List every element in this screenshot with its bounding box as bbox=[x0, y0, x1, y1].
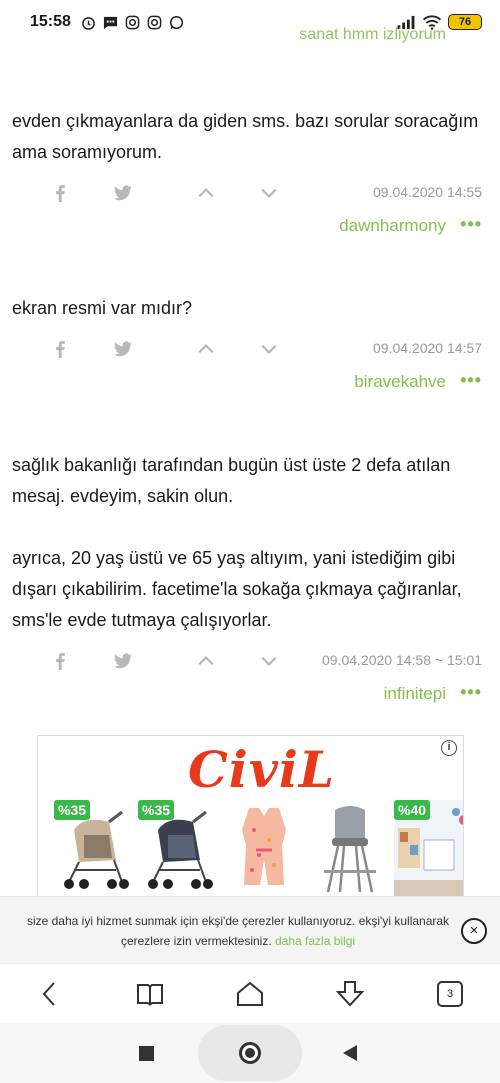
ad-product-stroller[interactable]: %35 bbox=[138, 800, 218, 899]
twitter-share-icon[interactable] bbox=[112, 182, 134, 204]
discount-badge: %35 bbox=[138, 800, 175, 820]
more-options-icon[interactable]: ••• bbox=[460, 215, 482, 233]
home-icon bbox=[237, 981, 263, 1006]
ad-banner[interactable]: CiviL i %35 %35 %40 bbox=[37, 735, 464, 900]
more-options-icon[interactable]: ••• bbox=[460, 683, 482, 701]
system-navigation-bar bbox=[0, 1023, 500, 1083]
upvote-icon[interactable] bbox=[195, 338, 217, 360]
discount-badge: %40 bbox=[394, 800, 431, 820]
cookie-more-info-link[interactable]: daha fazla bilgi bbox=[275, 934, 355, 948]
cookie-notice: size daha iyi hizmet sunmak için ekşi'de… bbox=[0, 896, 500, 963]
previous-entry-author[interactable]: sanat hmm izliyorum bbox=[299, 26, 446, 44]
cookie-notice-text: size daha iyi hizmet sunmak için ekşi'de… bbox=[18, 911, 458, 951]
jumpsuit-image bbox=[242, 808, 286, 885]
twitter-share-icon[interactable] bbox=[112, 650, 134, 672]
entry-date[interactable]: 09.04.2020 14:58 ~ 15:01 bbox=[322, 652, 482, 668]
upvote-icon[interactable] bbox=[195, 182, 217, 204]
entry-author[interactable]: dawnharmony bbox=[339, 216, 446, 236]
downvote-icon[interactable] bbox=[258, 650, 280, 672]
entry-author[interactable]: biravekahve bbox=[354, 372, 446, 392]
ad-info-icon[interactable]: i bbox=[441, 740, 457, 756]
entry: evden çıkmayanlara da giden sms. bazı so… bbox=[12, 106, 488, 244]
entry-author[interactable]: infinitepi bbox=[384, 684, 446, 704]
instagram-icon bbox=[147, 15, 162, 30]
ad-brand-logo[interactable]: CiviL bbox=[188, 740, 335, 799]
recents-button[interactable] bbox=[139, 1046, 154, 1061]
entry-date[interactable]: 09.04.2020 14:55 bbox=[373, 184, 482, 200]
upvote-icon[interactable] bbox=[195, 650, 217, 672]
bookmarks-button[interactable] bbox=[134, 978, 166, 1010]
entry: ekran resmi var mıdır? 09.04.2020 14:57 … bbox=[12, 293, 488, 400]
author-row: dawnharmony ••• bbox=[12, 212, 488, 244]
close-icon[interactable]: × bbox=[461, 918, 487, 944]
download-arrow-icon bbox=[335, 981, 365, 1007]
highchair-image bbox=[324, 806, 376, 893]
alarm-icon bbox=[81, 15, 96, 30]
whatsapp-icon bbox=[169, 15, 184, 30]
message-icon bbox=[103, 15, 118, 30]
entry-footer: 09.04.2020 14:58 ~ 15:01 bbox=[12, 644, 488, 680]
more-options-icon[interactable]: ••• bbox=[460, 371, 482, 389]
entry-footer: 09.04.2020 14:57 bbox=[12, 332, 488, 368]
downvote-icon[interactable] bbox=[258, 182, 280, 204]
ad-product-playroom[interactable]: %40 bbox=[394, 800, 463, 899]
ad-product-highchair[interactable] bbox=[310, 800, 390, 899]
back-button[interactable] bbox=[34, 978, 66, 1010]
entry-paragraph: sağlık bakanlığı tarafından bugün üst üs… bbox=[12, 455, 451, 506]
tab-count: 3 bbox=[437, 981, 463, 1007]
ad-product-jumpsuit[interactable] bbox=[224, 800, 304, 899]
entry-text: evden çıkmayanlara da giden sms. bazı so… bbox=[12, 106, 488, 168]
discount-badge: %35 bbox=[54, 800, 91, 820]
browser-toolbar: 3 bbox=[0, 963, 500, 1023]
book-icon bbox=[137, 984, 163, 1006]
entry-paragraph: evden çıkmayanlara da giden sms. bazı so… bbox=[12, 111, 479, 162]
entry-paragraph: ekran resmi var mıdır? bbox=[12, 298, 193, 318]
instagram-icon bbox=[125, 15, 140, 30]
status-time: 15:58 bbox=[30, 13, 71, 30]
entry-footer: 09.04.2020 14:55 bbox=[12, 176, 488, 212]
entry-text: ekran resmi var mıdır? bbox=[12, 293, 488, 324]
facebook-share-icon[interactable] bbox=[49, 182, 71, 204]
facebook-share-icon[interactable] bbox=[49, 650, 71, 672]
download-button[interactable] bbox=[334, 978, 366, 1010]
author-row: infinitepi ••• bbox=[12, 680, 488, 712]
entry-text: sağlık bakanlığı tarafından bugün üst üs… bbox=[12, 450, 488, 636]
home-nav-button[interactable] bbox=[239, 1042, 261, 1064]
battery-icon: 76 bbox=[448, 14, 482, 30]
author-row: biravekahve ••• bbox=[12, 368, 488, 400]
downvote-icon[interactable] bbox=[258, 338, 280, 360]
entry: sağlık bakanlığı tarafından bugün üst üs… bbox=[12, 450, 488, 712]
back-arrow-icon bbox=[42, 982, 55, 1006]
twitter-share-icon[interactable] bbox=[112, 338, 134, 360]
entry-date[interactable]: 09.04.2020 14:57 bbox=[373, 340, 482, 356]
cookie-message: size daha iyi hizmet sunmak için ekşi'de… bbox=[26, 914, 450, 948]
facebook-share-icon[interactable] bbox=[49, 338, 71, 360]
home-button[interactable] bbox=[234, 978, 266, 1010]
entry-paragraph: ayrıca, 20 yaş üstü ve 65 yaş altıyım, y… bbox=[12, 548, 462, 630]
ad-product-stroller[interactable]: %35 bbox=[54, 800, 134, 899]
notification-icons bbox=[81, 15, 184, 30]
back-nav-button[interactable] bbox=[343, 1045, 357, 1061]
tabs-button[interactable]: 3 bbox=[434, 978, 466, 1010]
